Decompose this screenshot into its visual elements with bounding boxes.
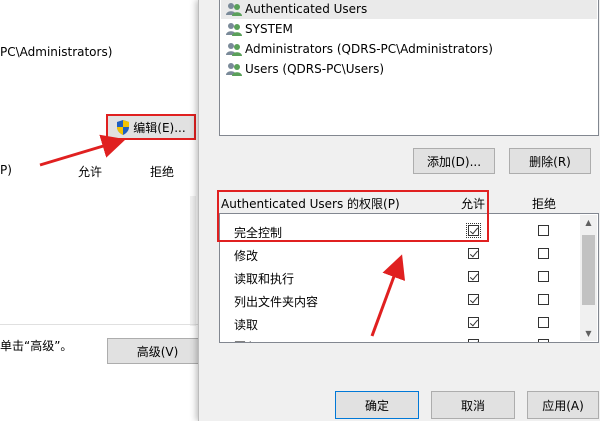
arrow-to-full-control [370,254,406,337]
arrow-to-edit-button [39,134,126,167]
annotation-arrows [39,134,406,337]
